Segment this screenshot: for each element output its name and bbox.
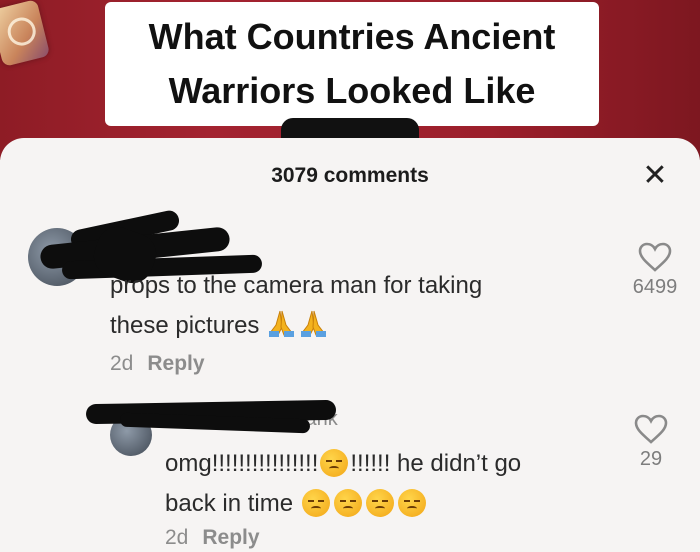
pensive-face-icon — [365, 489, 394, 517]
like-button[interactable]: 29 — [616, 414, 686, 471]
comment-item: ja props to the camera man for taking th… — [0, 208, 700, 378]
heart-icon — [638, 242, 672, 272]
praying-hands-icon — [266, 309, 330, 350]
comments-sheet: 3079 comments ✕ ja props to the camera m… — [0, 138, 700, 552]
close-button[interactable]: ✕ — [640, 158, 670, 192]
comment-text: omg!!!!!!!!!!!!!!!! !!!!!! he didn’t go b… — [165, 444, 521, 524]
comments-count: 3079 comments — [271, 164, 429, 187]
comment-age: 2d — [165, 526, 189, 549]
reply-button[interactable]: Reply — [202, 526, 259, 549]
comment-meta: 2d Reply — [110, 352, 205, 376]
heart-icon — [634, 414, 668, 444]
comment-text-line1: props to the camera man for taking — [110, 272, 483, 299]
pensive-face-icon — [397, 489, 426, 517]
app-logo-icon — [0, 0, 51, 67]
like-count: 29 — [639, 448, 663, 470]
comment-age: 2d — [110, 352, 134, 375]
comment-text-line2: these pictures — [110, 312, 260, 339]
pensive-face-icon — [333, 489, 362, 517]
like-count: 6499 — [632, 276, 678, 298]
comment-text: props to the camera man for taking these… — [110, 266, 482, 350]
comment-text-line2: back in time — [165, 490, 294, 517]
weary-face-icon — [320, 449, 349, 477]
video-title-caption: What Countries Ancient Warriors Looked L… — [105, 2, 599, 126]
comment-meta: 2d Reply — [165, 526, 260, 550]
like-button[interactable]: 6499 — [620, 242, 690, 299]
comment-text-part1: omg!!!!!!!!!!!!!!!! — [165, 450, 319, 477]
reply-button[interactable]: Reply — [147, 352, 204, 375]
pensive-face-icon — [301, 489, 330, 517]
comment-text-part2: !!!!!! he didn’t go — [350, 450, 522, 477]
comment-item: tank omg!!!!!!!!!!!!!!!!!!!!!! he didn’t… — [0, 396, 700, 552]
